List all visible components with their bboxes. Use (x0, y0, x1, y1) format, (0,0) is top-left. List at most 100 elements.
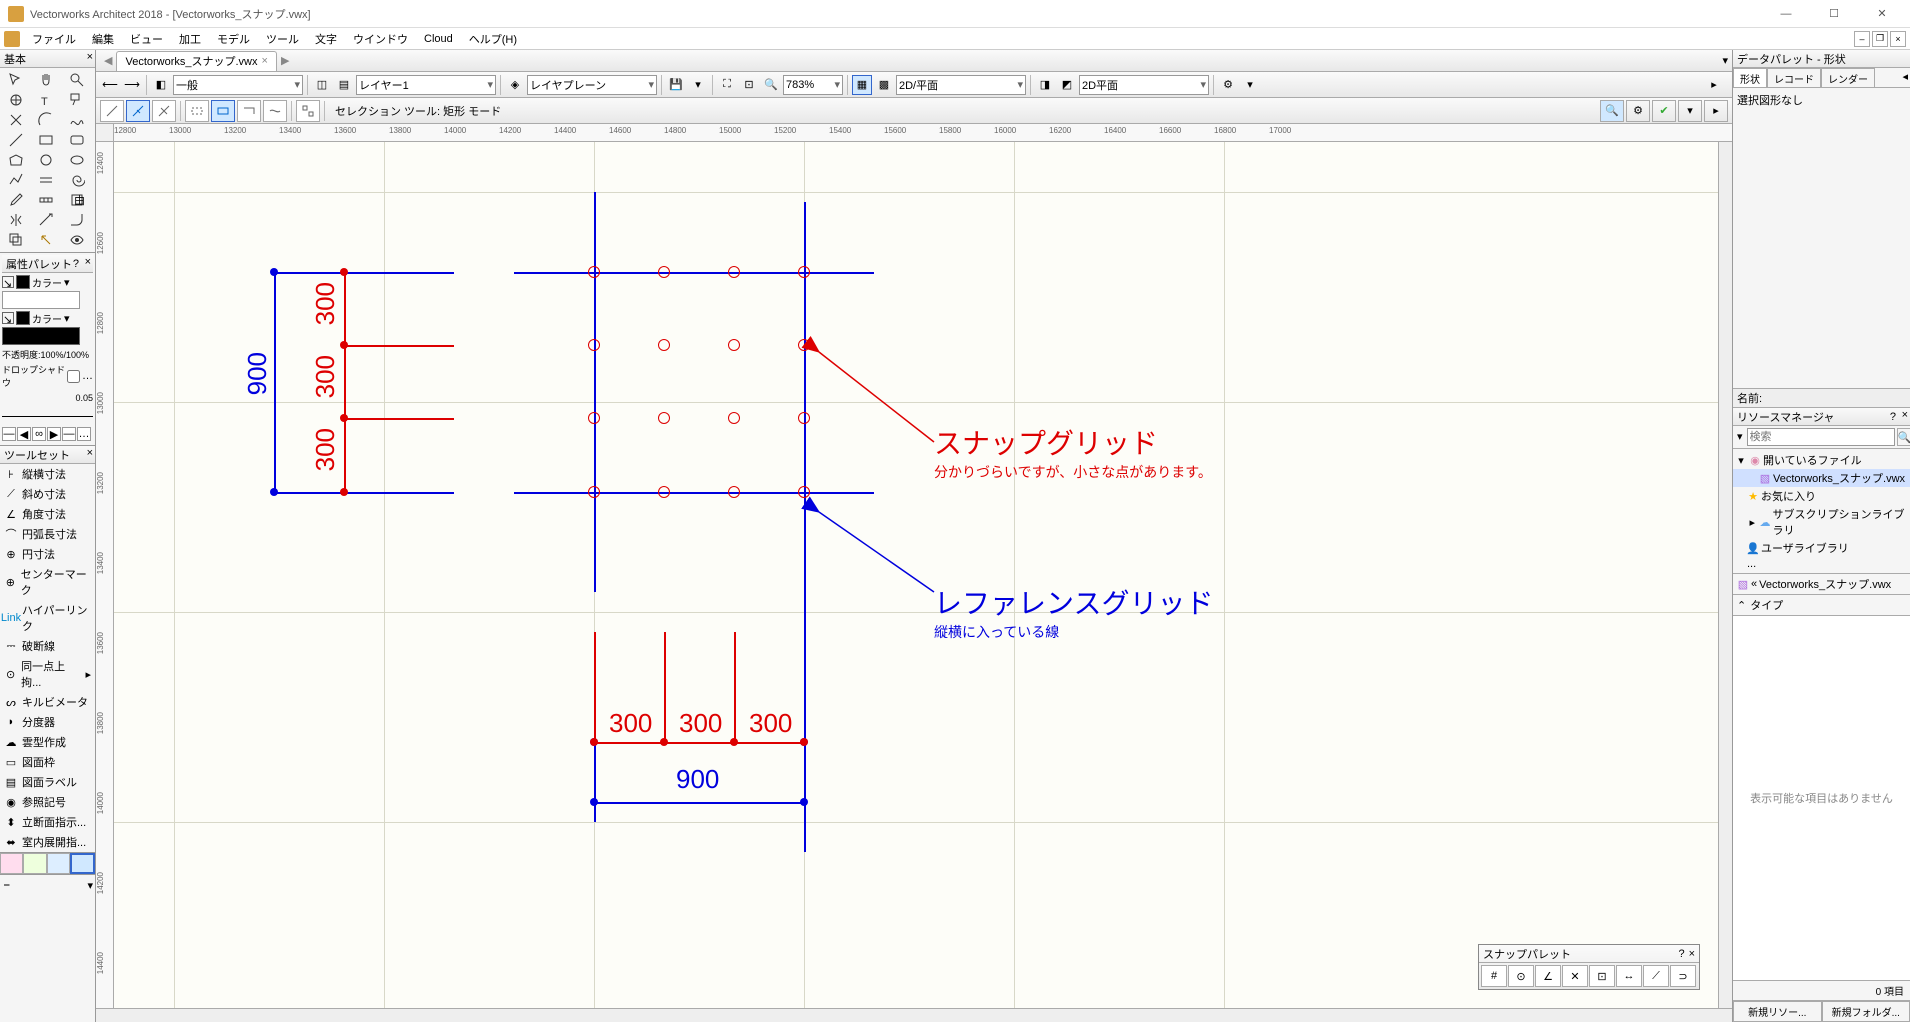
nav-back-button[interactable]: ⟵ (100, 75, 120, 95)
basic-palette-close-icon[interactable]: × (87, 51, 93, 63)
eyedropper-tool[interactable] (2, 190, 30, 210)
toolset-item[interactable]: ◉参照記号 (0, 792, 95, 812)
arc-tool[interactable] (32, 110, 60, 130)
tree-favorites[interactable]: ★お気に入り (1733, 487, 1910, 505)
selection-handle[interactable] (270, 488, 278, 496)
toolset-item[interactable]: ⟋斜め寸法 (0, 484, 95, 504)
toolset-item[interactable]: ⊙同一点上拘... ▸ (0, 656, 95, 692)
mdi-minimize-button[interactable]: – (1854, 31, 1870, 47)
selection-handle[interactable] (270, 268, 278, 276)
menu-cloud[interactable]: Cloud (416, 31, 461, 47)
toolset-tab-4[interactable] (70, 853, 95, 874)
zoom-input[interactable]: 783%▾ (783, 75, 843, 95)
tab-nav-right[interactable]: ▶ (281, 54, 289, 67)
layer-dropdown[interactable]: レイヤー1▾ (356, 75, 496, 95)
tree-more[interactable]: ... (1733, 557, 1910, 571)
line-end-none[interactable]: — (62, 427, 76, 441)
polyline-tool[interactable] (2, 170, 30, 190)
resource-search-input[interactable] (1747, 428, 1895, 446)
mode-btn-4[interactable] (185, 100, 209, 122)
attribute-palette-close-icon[interactable]: × (85, 256, 91, 268)
data-tab-render[interactable]: レンダー (1821, 68, 1875, 87)
selection-handle[interactable] (590, 798, 598, 806)
selection-handle[interactable] (800, 798, 808, 806)
zoom-tool-button[interactable]: 🔍 (761, 75, 781, 95)
circle-tool[interactable] (32, 150, 60, 170)
menu-model[interactable]: モデル (209, 29, 258, 49)
flyover-tool[interactable] (2, 90, 30, 110)
freehand-tool[interactable] (63, 110, 91, 130)
toolset-item[interactable]: ∠角度寸法 (0, 504, 95, 524)
snap-intersection-button[interactable]: ✕ (1562, 965, 1588, 987)
new-resource-button[interactable]: 新規リソー... (1733, 1001, 1822, 1022)
more-options-button[interactable]: ▾ (1678, 100, 1702, 122)
mirror-tool[interactable] (2, 210, 30, 230)
res-help-icon[interactable]: ? (1890, 411, 1896, 423)
save-view-button[interactable]: 💾 (666, 75, 686, 95)
overflow-button[interactable]: ▸ (1704, 100, 1728, 122)
mode-btn-2[interactable] (126, 100, 150, 122)
multi-view-button[interactable]: ▩ (874, 75, 894, 95)
plane-icon[interactable]: ◈ (505, 75, 525, 95)
line-settings[interactable]: … (77, 427, 91, 441)
toolset-tab-1[interactable] (0, 853, 23, 874)
layer-options-icon[interactable]: ▤ (334, 75, 354, 95)
type-filter-row[interactable]: ⌃ タイプ (1733, 595, 1910, 616)
pen-dropdown-icon[interactable]: ▾ (64, 312, 70, 325)
toolset-item[interactable]: ⌒円弧長寸法 (0, 524, 95, 544)
reshape-tool[interactable] (32, 210, 60, 230)
horizontal-ruler[interactable]: 12800 13000 13200 13400 13600 13800 1400… (114, 124, 1732, 142)
layer-icon[interactable]: ◫ (312, 75, 332, 95)
mode-btn-7[interactable] (263, 100, 287, 122)
dropshadow-checkbox[interactable] (67, 370, 80, 383)
attribute-tool[interactable] (32, 230, 60, 250)
fillet-tool[interactable] (63, 210, 91, 230)
basic-palette-header[interactable]: 基本 × (0, 50, 95, 68)
toolset-close-icon[interactable]: × (87, 447, 93, 459)
mode-btn-6[interactable] (237, 100, 261, 122)
visibility-tool[interactable] (63, 230, 91, 250)
toolset-item[interactable]: ⊕センターマーク (0, 564, 95, 600)
mode-btn-3[interactable] (152, 100, 176, 122)
snap-grid-button[interactable]: # (1481, 965, 1507, 987)
class-dropdown[interactable]: 一般▾ (173, 75, 303, 95)
fill-color-input[interactable] (2, 291, 80, 309)
render-dropdown[interactable]: 2D平面▾ (1079, 75, 1209, 95)
wall-tool[interactable] (32, 190, 60, 210)
menu-edit[interactable]: 編集 (84, 29, 122, 49)
snap-palette[interactable]: スナップパレット ? × # ⊙ ∠ ✕ ⊡ ↔ ⟋ (1478, 944, 1700, 990)
data-tab-record[interactable]: レコード (1767, 68, 1821, 87)
smart-options-button[interactable]: ✔ (1652, 100, 1676, 122)
mode-btn-8[interactable] (296, 100, 320, 122)
unified-view-button[interactable]: ▦ (852, 75, 872, 95)
class-icon[interactable]: ◧ (151, 75, 171, 95)
settings-gear-button[interactable]: ⚙ (1626, 100, 1650, 122)
fill-dropdown-icon[interactable]: ▾ (64, 276, 70, 289)
delete-tool[interactable] (2, 110, 30, 130)
help-icon[interactable]: ? (73, 258, 79, 270)
window-minimize-button[interactable]: — (1766, 2, 1806, 26)
mode-btn-1[interactable] (100, 100, 124, 122)
toolset-caret-icon[interactable]: ▾ (87, 879, 93, 892)
line-end-arrow[interactable]: ▶ (47, 427, 61, 441)
tree-user-lib[interactable]: 👤ユーザライブラリ (1733, 539, 1910, 557)
rounded-rect-tool[interactable] (63, 130, 91, 150)
vertical-ruler[interactable]: 12400 12600 12800 13000 13200 13400 1360… (96, 142, 114, 1008)
double-line-tool[interactable] (32, 170, 60, 190)
tree-open-files[interactable]: ▾◉開いているファイル (1733, 451, 1910, 469)
render-settings-button[interactable]: ⚙ (1218, 75, 1238, 95)
window-close-button[interactable]: ✕ (1862, 2, 1902, 26)
search-scope-dd[interactable]: ▾ (1735, 428, 1745, 446)
toolset-item[interactable]: ⬍立断面指示... (0, 812, 95, 832)
polygon-tool[interactable] (2, 150, 30, 170)
text-tool[interactable]: T (32, 90, 60, 110)
toolset-item[interactable]: ⊦縦横寸法 (0, 464, 95, 484)
line-start-arrow[interactable]: ◀ (17, 427, 31, 441)
oval-tool[interactable] (63, 150, 91, 170)
snap-tangent-button[interactable]: ⊃ (1670, 965, 1696, 987)
toolset-item[interactable]: ᔕキルビメータ (0, 692, 95, 712)
doc-tab-close-icon[interactable]: × (262, 55, 268, 67)
line-mid[interactable]: ∞ (32, 427, 46, 441)
resource-breadcrumb[interactable]: ▧ « Vectorworks_スナップ.vwx (1733, 574, 1910, 595)
mdi-restore-button[interactable]: ❐ (1872, 31, 1888, 47)
